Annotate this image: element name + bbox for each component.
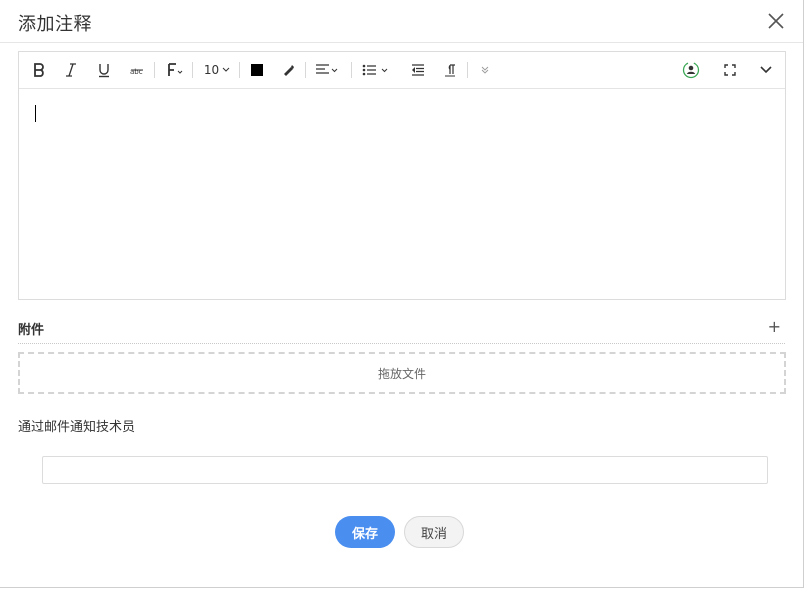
italic-icon[interactable]	[63, 60, 79, 80]
cancel-button[interactable]: 取消	[404, 516, 464, 548]
svg-text:abc: abc	[130, 68, 143, 76]
file-drop-zone[interactable]: 拖放文件	[18, 352, 786, 394]
rich-text-editor: abc 10	[18, 51, 786, 300]
underline-icon[interactable]	[96, 60, 112, 80]
collapse-icon[interactable]	[757, 60, 775, 80]
sync-user-icon[interactable]	[681, 60, 701, 80]
add-attachment-button[interactable]: +	[768, 319, 781, 335]
outdent-icon[interactable]	[409, 60, 427, 80]
strikethrough-icon[interactable]: abc	[129, 60, 145, 80]
dialog-title: 添加注释	[18, 14, 92, 35]
font-size-value: 10	[203, 63, 220, 77]
text-cursor	[35, 105, 36, 122]
toolbar-separator	[154, 62, 155, 78]
notify-technician-input[interactable]	[42, 456, 768, 484]
fullscreen-icon[interactable]	[721, 60, 739, 80]
toolbar-separator	[305, 62, 306, 78]
dialog-header: 添加注释	[0, 0, 803, 43]
bold-icon[interactable]	[31, 60, 47, 80]
editor-toolbar: abc 10	[19, 52, 785, 89]
font-family-icon[interactable]	[166, 60, 184, 80]
editor-content-area[interactable]	[19, 89, 785, 299]
toolbar-separator	[239, 62, 240, 78]
add-note-dialog: 添加注释 abc 10 附件 + 拖放文件 通过邮件通知技术员 保存 取消	[0, 0, 804, 588]
align-icon[interactable]	[313, 60, 341, 80]
paragraph-icon[interactable]	[442, 60, 458, 80]
toolbar-separator	[192, 62, 193, 78]
toolbar-separator	[467, 62, 468, 78]
highlight-icon[interactable]	[280, 60, 296, 80]
drop-zone-text: 拖放文件	[377, 366, 426, 381]
attachments-label: 附件	[18, 323, 45, 338]
attachments-divider	[18, 343, 785, 344]
toolbar-separator	[351, 62, 352, 78]
more-icon[interactable]	[477, 60, 493, 80]
close-icon[interactable]	[767, 12, 785, 30]
list-icon[interactable]	[361, 60, 391, 80]
save-button[interactable]: 保存	[335, 516, 395, 548]
notify-label: 通过邮件通知技术员	[18, 420, 136, 435]
font-size-select[interactable]: 10	[203, 60, 231, 80]
text-color-icon[interactable]	[249, 60, 265, 80]
